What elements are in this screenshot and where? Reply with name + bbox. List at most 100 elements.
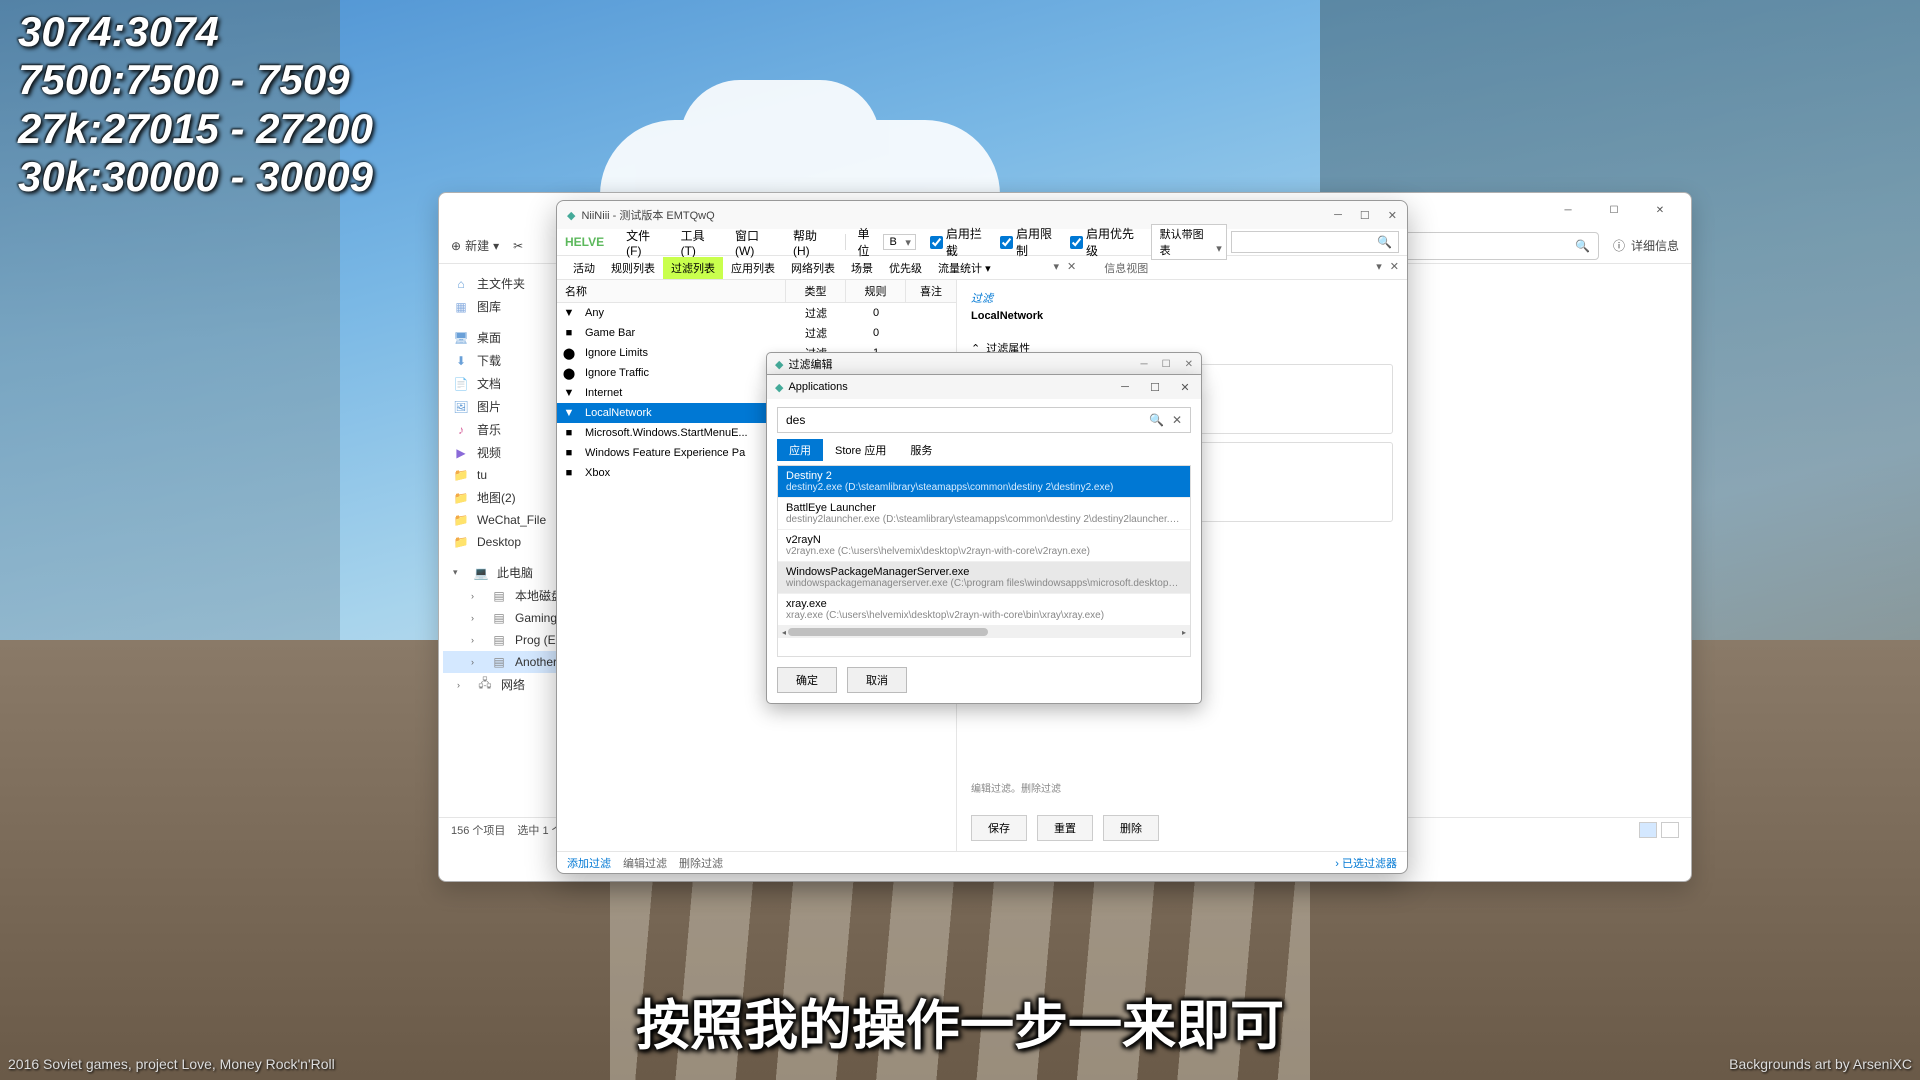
capture-checkbox[interactable]: 启用拦截 <box>930 225 986 259</box>
ok-button[interactable]: 确定 <box>777 667 837 693</box>
minimize-button[interactable]: ─ <box>1545 196 1591 226</box>
minimize-button[interactable]: ─ <box>1141 359 1148 370</box>
apps-buttons: 确定 取消 <box>767 657 1201 703</box>
tab-network[interactable]: 网络列表 <box>783 257 843 279</box>
info-icon: ⓘ <box>1613 237 1625 254</box>
row-icon: ■ <box>557 447 581 459</box>
app-row[interactable]: Destiny 2destiny2.exe (D:\steamlibrary\s… <box>778 466 1190 498</box>
chevron-down-icon: ▾ <box>453 567 465 578</box>
row-icon: ▼ <box>557 407 581 419</box>
apps-list[interactable]: Destiny 2destiny2.exe (D:\steamlibrary\s… <box>777 465 1191 657</box>
filter-edit-dialog-title[interactable]: ◆ 过滤编辑 ─ ☐ ✕ <box>766 352 1202 376</box>
overlay-line: 3074:3074 <box>18 8 373 56</box>
folder-icon: 📁 <box>453 534 469 550</box>
cancel-button[interactable]: 取消 <box>847 667 907 693</box>
chevron-right-icon: › <box>457 680 469 690</box>
menu-help[interactable]: 帮助(H) <box>785 225 837 260</box>
row-name: LocalNetwork <box>581 407 786 419</box>
download-icon: ⬇ <box>453 353 469 369</box>
close-button[interactable]: ✕ <box>1177 381 1193 394</box>
clear-icon[interactable]: ✕ <box>1172 413 1182 427</box>
app-name: BattlEye Launcher <box>786 502 1182 514</box>
folder-icon: 📁 <box>453 512 469 528</box>
col-fav[interactable]: 喜注 <box>906 280 956 302</box>
menu-window[interactable]: 窗口(W) <box>727 225 781 260</box>
detail-dropdown-icon[interactable]: ▾ <box>1054 260 1060 276</box>
close-button[interactable]: ✕ <box>1185 359 1193 370</box>
save-button[interactable]: 保存 <box>971 815 1027 841</box>
plus-icon: ⊕ <box>451 239 461 253</box>
drive-icon: ▤ <box>491 588 507 604</box>
tab-rules[interactable]: 规则列表 <box>603 257 663 279</box>
tab-services[interactable]: 服务 <box>898 439 944 461</box>
close-button[interactable]: ✕ <box>1637 196 1683 226</box>
edit-filter-link[interactable]: 编辑过滤 <box>623 855 667 871</box>
app-icon: ◆ <box>775 381 783 394</box>
cut-button[interactable]: ✂ <box>513 239 523 253</box>
app-row[interactable]: xray.exexray.exe (C:\users\helvemix\desk… <box>778 594 1190 626</box>
tab-priority[interactable]: 优先级 <box>881 257 930 279</box>
apps-titlebar[interactable]: ◆ Applications ─ ☐ ✕ <box>767 375 1201 399</box>
filter-row[interactable]: ▼Any过滤0 <box>557 303 956 323</box>
maximize-button[interactable]: ☐ <box>1147 381 1163 394</box>
picture-icon: 🖼 <box>453 399 469 415</box>
row-rule: 0 <box>846 307 906 319</box>
close-button[interactable]: ✕ <box>1388 209 1397 222</box>
minimize-button[interactable]: ─ <box>1334 209 1342 222</box>
apps-search-input[interactable]: 🔍 ✕ <box>777 407 1191 433</box>
tab-store[interactable]: Store 应用 <box>823 439 898 461</box>
del-filter-link[interactable]: 删除过滤 <box>679 855 723 871</box>
scroll-thumb[interactable] <box>788 628 988 636</box>
limit-checkbox[interactable]: 启用限制 <box>1000 225 1056 259</box>
list-view-button[interactable] <box>1639 822 1657 838</box>
col-type[interactable]: 类型 <box>786 280 846 302</box>
app-name: WindowsPackageManagerServer.exe <box>786 566 1182 578</box>
chevron-right-icon: › <box>471 613 483 623</box>
search-field[interactable] <box>786 413 1149 427</box>
reset-button[interactable]: 重置 <box>1037 815 1093 841</box>
maximize-button[interactable]: ☐ <box>1360 209 1370 222</box>
menu-tools[interactable]: 工具(T) <box>673 225 723 260</box>
menu-file[interactable]: 文件(F) <box>618 225 668 260</box>
search-icon: 🔍 <box>1575 239 1590 253</box>
detail-view-button[interactable]: ⓘ 详细信息 <box>1613 237 1679 254</box>
info-view-label: 信息视图 <box>1104 260 1148 276</box>
maximize-button[interactable]: ☐ <box>1162 359 1171 370</box>
grid-view-button[interactable] <box>1661 822 1679 838</box>
app-row[interactable]: WindowsPackageManagerServer.exewindowspa… <box>778 562 1190 594</box>
col-name[interactable]: 名称 <box>557 280 786 302</box>
unit-select[interactable]: B <box>883 234 916 250</box>
app-row[interactable]: BattlEye Launcherdestiny2launcher.exe (D… <box>778 498 1190 530</box>
priority-checkbox[interactable]: 启用优先级 <box>1070 225 1137 259</box>
filter-search-input[interactable]: 🔍 <box>1231 231 1399 253</box>
minimize-button[interactable]: ─ <box>1117 381 1133 394</box>
home-icon: ⌂ <box>453 276 469 292</box>
tab-active[interactable]: 活动 <box>565 257 603 279</box>
horizontal-scrollbar[interactable]: ◂▸ <box>778 626 1190 638</box>
tab-filters[interactable]: 过滤列表 <box>663 257 723 279</box>
dialog-title: 过滤编辑 <box>788 356 832 372</box>
app-name: xray.exe <box>786 598 1182 610</box>
add-filter-link[interactable]: 添加过滤 <box>567 855 611 871</box>
scroll-right-icon[interactable]: ▸ <box>1178 626 1190 638</box>
detail-close-icon[interactable]: ✕ <box>1067 260 1076 276</box>
apps-tabs: 应用 Store 应用 服务 <box>777 439 1191 461</box>
col-rule[interactable]: 规则 <box>846 280 906 302</box>
search-icon[interactable]: 🔍 <box>1149 413 1164 427</box>
maximize-button[interactable]: ☐ <box>1591 196 1637 226</box>
selected-filter-link[interactable]: › 已选过滤器 <box>1335 855 1397 871</box>
delete-button[interactable]: 删除 <box>1103 815 1159 841</box>
panel-dropdown-icon[interactable]: ▾ <box>1376 260 1382 276</box>
tab-stats[interactable]: 流量统计 ▾ <box>930 257 999 279</box>
new-button[interactable]: ⊕新建▾ <box>451 237 499 254</box>
tab-scene[interactable]: 场景 <box>843 257 881 279</box>
panel-close-icon[interactable]: ✕ <box>1390 260 1399 276</box>
row-name: Windows Feature Experience Pa <box>581 447 786 459</box>
app-row[interactable]: v2rayNv2rayn.exe (C:\users\helvemix\desk… <box>778 530 1190 562</box>
filter-row[interactable]: ■Game Bar过滤0 <box>557 323 956 343</box>
applications-dialog[interactable]: ◆ Applications ─ ☐ ✕ 🔍 ✕ 应用 Store 应用 服务 … <box>766 374 1202 704</box>
tab-apps[interactable]: 应用 <box>777 439 823 461</box>
app-path: windowspackagemanagerserver.exe (C:\prog… <box>786 578 1182 589</box>
tab-apps[interactable]: 应用列表 <box>723 257 783 279</box>
view-select[interactable]: 默认带图表 <box>1151 224 1227 260</box>
